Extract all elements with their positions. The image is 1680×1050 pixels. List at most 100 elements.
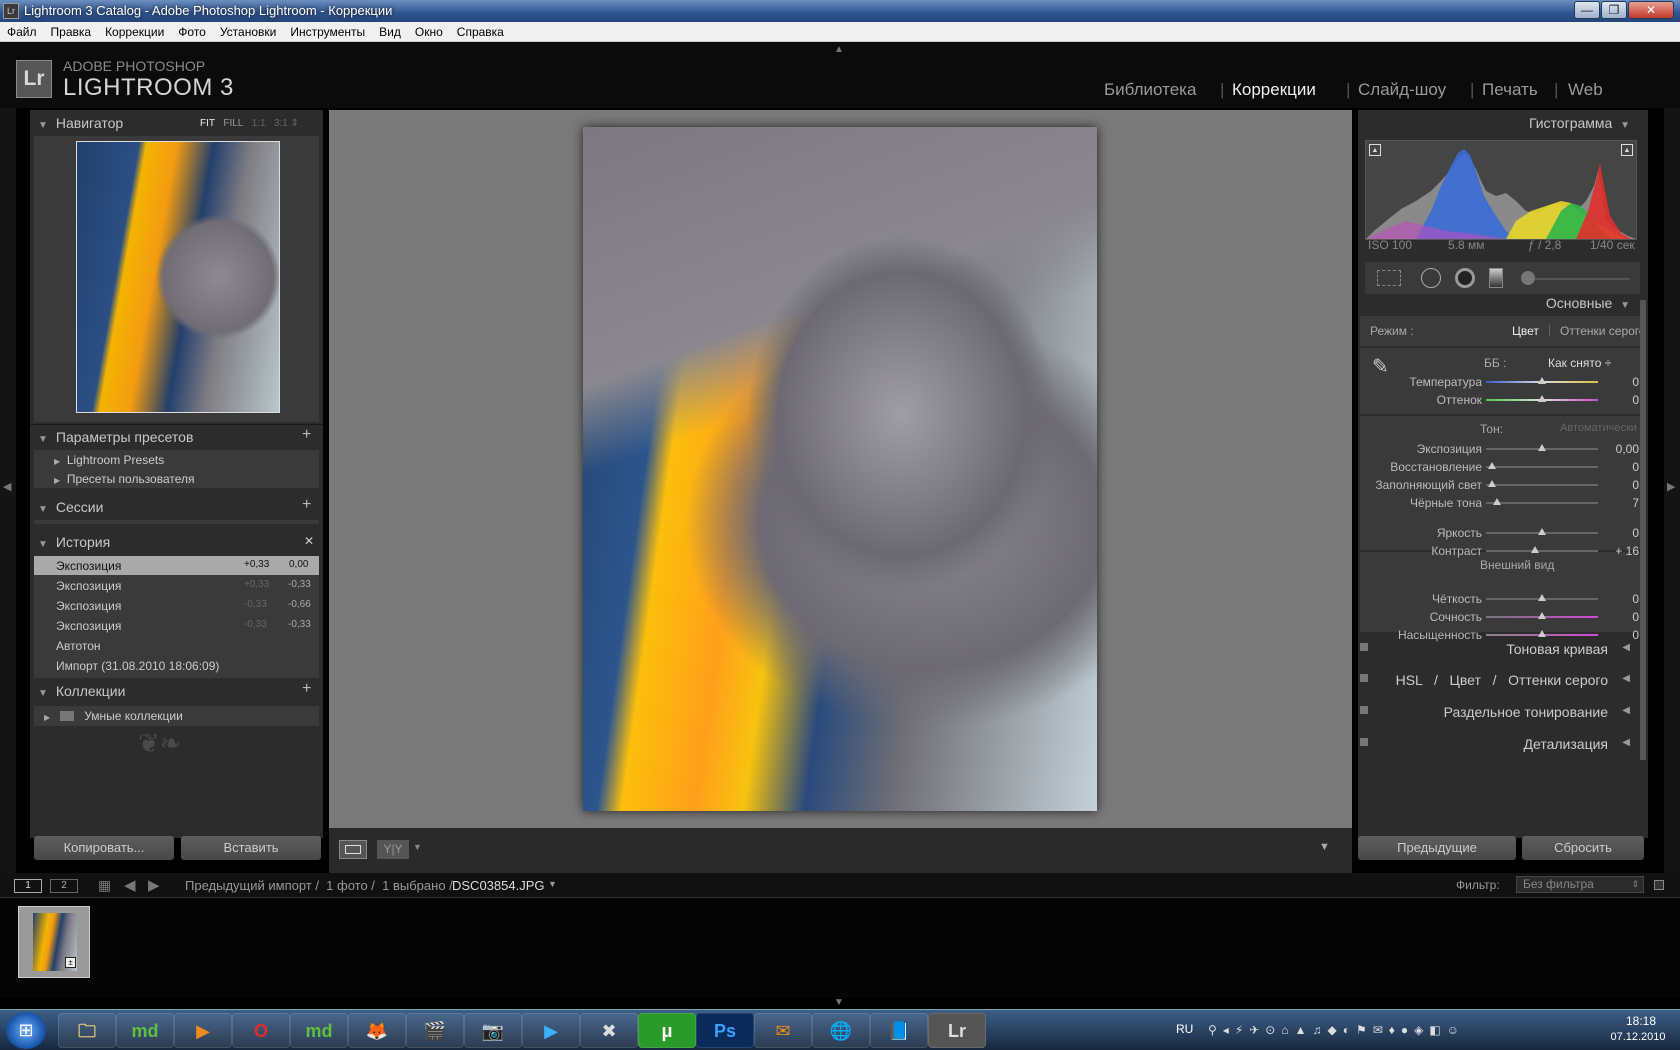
reset-button[interactable]: Сбросить [1522,836,1644,860]
minimize-button[interactable]: — [1574,1,1600,19]
taskbar-app-0[interactable]: md [116,1013,174,1048]
slider-value[interactable]: 0 [1573,526,1639,540]
history-item[interactable]: Экспозиция +0,33 -0,33 [34,576,319,595]
tray-clock-date[interactable]: 07.12.2010 [1600,1031,1676,1043]
bottom-panel-toggle-icon[interactable]: ▼ [834,997,844,1008]
taskbar-app-9[interactable]: μ [638,1013,696,1048]
clear-history-close-icon[interactable]: ✕ [304,534,314,548]
taskbar-app-14[interactable]: Lr [928,1013,986,1048]
slider-thumb[interactable] [1531,546,1540,553]
slider-value[interactable]: + 16 [1573,544,1639,558]
slider-row[interactable]: Оттенок 0 [1358,392,1640,408]
slider-thumb[interactable] [1487,480,1496,487]
maximize-button[interactable]: ❐ [1601,1,1627,19]
back-arrow-icon[interactable]: ◀ [124,876,136,894]
toolbar-options-dropdown-icon[interactable]: ▼ [1319,841,1330,853]
close-button[interactable]: ✕ [1628,1,1674,19]
detail-panel-header[interactable]: Детализация ◀ [1358,729,1648,759]
module-print[interactable]: Печать [1482,80,1538,100]
panel-switch-icon[interactable] [1360,738,1368,746]
filename-dropdown-icon[interactable]: ▼ [548,879,557,889]
slider-row[interactable]: Чёткость 0 [1358,591,1640,607]
history-item[interactable]: Экспозиция -0,33 -0,66 [34,596,319,615]
previous-settings-button[interactable]: Предыдущие [1358,836,1516,860]
add-preset-plus-icon[interactable]: + [302,426,311,444]
taskbar-app-11[interactable]: ✉ [754,1013,812,1048]
sessions-header[interactable]: ▼ Сессии [30,496,323,518]
right-panel-scrollbar[interactable] [1640,300,1646,760]
filmstrip-thumbnail-cell[interactable]: ± [18,906,90,978]
start-button[interactable]: ⊞ [6,1012,46,1049]
right-panel-toggle-icon[interactable]: ▶ [1667,480,1675,493]
tray-clock-time[interactable]: 18:18 [1608,1014,1674,1028]
zoom-3-1[interactable]: 3:1 [274,118,288,129]
language-indicator[interactable]: RU [1176,1022,1193,1036]
taskbar-app-8[interactable]: ✖ [580,1013,638,1048]
menu-file[interactable]: Файл [0,22,44,42]
taskbar-app-7[interactable]: ▶ [522,1013,580,1048]
history-item[interactable]: Автотон [34,636,319,655]
add-collection-plus-icon[interactable]: + [302,680,311,698]
menu-view[interactable]: Вид [372,22,408,42]
history-item[interactable]: Экспозиция -0,33 -0,33 [34,616,319,635]
explorer-taskbar-icon[interactable]: 🗀 [58,1013,116,1048]
menu-edit[interactable]: Правка [44,22,99,42]
slider-row[interactable]: Восстановление 0 [1358,459,1640,475]
panel-switch-icon[interactable] [1360,706,1368,714]
module-library[interactable]: Библиотека [1104,80,1196,100]
taskbar-app-10[interactable]: Ps [696,1013,754,1048]
tone-curve-panel-header[interactable]: Тоновая кривая ◀ [1358,634,1648,664]
module-slideshow[interactable]: Слайд-шоу [1358,80,1446,100]
menu-help[interactable]: Справка [450,22,511,42]
slider-thumb[interactable] [1487,462,1496,469]
slider-value[interactable]: 0,00 [1573,442,1639,456]
slider-value[interactable]: 0 [1573,393,1639,407]
slider-thumb[interactable] [1538,444,1546,451]
loupe-view-icon[interactable] [339,840,367,859]
view-mode-dropdown-icon[interactable]: ▼ [413,842,422,852]
filter-dropdown[interactable]: Без фильтра ⇕ [1516,876,1644,893]
taskbar-app-6[interactable]: 📷 [464,1013,522,1048]
top-panel-toggle-icon[interactable]: ▲ [834,44,844,55]
menu-photo[interactable]: Фото [171,22,213,42]
filter-lock-icon[interactable] [1654,880,1664,890]
add-session-plus-icon[interactable]: + [302,496,311,514]
panel-switch-icon[interactable] [1360,643,1368,651]
window-1-button[interactable]: 1 [14,879,42,893]
taskbar-app-2[interactable]: O [232,1013,290,1048]
history-header[interactable]: ▼ История [30,531,323,553]
split-toning-panel-header[interactable]: Раздельное тонирование ◀ [1358,697,1648,727]
preset-folder-user[interactable]: ▶ Пресеты пользователя [54,472,195,486]
collections-header[interactable]: ▼ Коллекции [30,680,323,702]
before-after-view-button[interactable]: Y|Y [377,840,409,859]
panel-switch-icon[interactable] [1360,674,1368,682]
slider-thumb[interactable] [1493,498,1502,505]
slider-thumb[interactable] [1538,528,1546,535]
slider-row[interactable]: Яркость 0 [1358,525,1640,541]
current-filename[interactable]: DSC03854.JPG [452,878,545,893]
grid-view-icon[interactable]: ▦ [98,877,111,894]
taskbar-app-12[interactable]: 🌐 [812,1013,870,1048]
taskbar-app-13[interactable]: 📘 [870,1013,928,1048]
slider-thumb[interactable] [1538,377,1546,384]
copy-settings-button[interactable]: Копировать... [34,836,174,860]
window-2-button[interactable]: 2 [50,879,78,893]
slider-value[interactable]: 0 [1573,610,1639,624]
taskbar-app-1[interactable]: ▶ [174,1013,232,1048]
menu-window[interactable]: Окно [408,22,450,42]
slider-thumb[interactable] [1538,395,1546,402]
hsl-panel-header[interactable]: HSL / Цвет / Оттенки серого ◀ [1358,665,1648,695]
collection-smart[interactable]: ▶ Умные коллекции [44,709,183,723]
slider-row[interactable]: Экспозиция 0,00 [1358,441,1640,457]
slider-value[interactable]: 0 [1573,478,1639,492]
slider-value[interactable]: 0 [1573,592,1639,606]
zoom-fit[interactable]: FIT [200,118,215,129]
menu-develop[interactable]: Коррекции [98,22,171,42]
history-item[interactable]: Импорт (31.08.2010 18:06:09) [34,656,319,675]
menu-tools[interactable]: Инструменты [283,22,372,42]
slider-thumb[interactable] [1538,594,1546,601]
slider-row[interactable]: Температура 0 [1358,374,1640,390]
menu-settings[interactable]: Установки [213,22,283,42]
slider-row[interactable]: Заполняющий свет 0 [1358,477,1640,493]
photo-cat[interactable] [583,127,1097,811]
